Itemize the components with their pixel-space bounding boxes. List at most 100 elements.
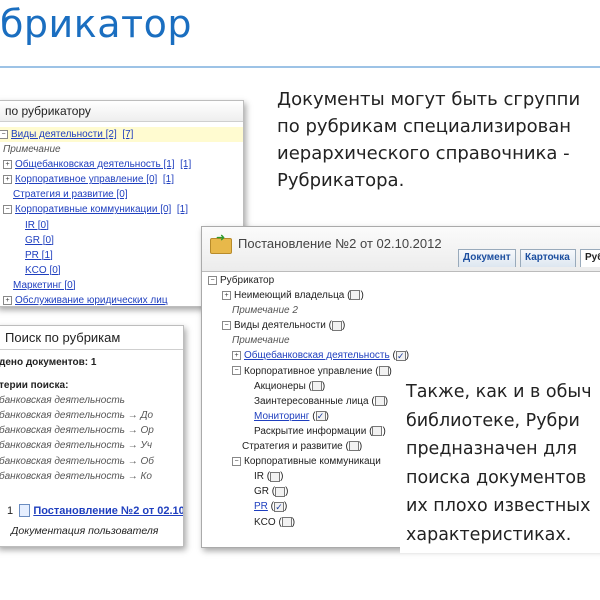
rubric-link[interactable]: Корпоративные коммуникации [0]: [15, 204, 171, 215]
rubric-label: Корпоративные коммуникаци: [244, 456, 381, 468]
rubric-link[interactable]: KCO [0]: [25, 265, 61, 276]
tab-card[interactable]: Карточка: [520, 249, 576, 267]
criteria-item: банковская деятельность: [0, 395, 125, 407]
tree-row[interactable]: Мониторинг (✓): [208, 409, 409, 424]
tab-rubricator[interactable]: Руб: [580, 249, 600, 267]
rubric-count-link[interactable]: [7]: [122, 129, 133, 140]
rubric-count-link[interactable]: [1]: [180, 159, 191, 170]
intro-text: Документы могут быть сгруппи по рубрикам…: [277, 86, 580, 194]
rubric-label: GR (: [254, 486, 276, 498]
rubric-label: Акционеры (: [254, 380, 312, 392]
tree-row[interactable]: KCO (): [208, 515, 409, 530]
rubric-link[interactable]: Маркетинг [0]: [13, 280, 76, 291]
rubric-checkbox-checked[interactable]: ✓: [395, 350, 406, 361]
rubric-label: IR (: [254, 471, 271, 483]
collapse-icon[interactable]: −: [232, 366, 241, 376]
collapse-icon[interactable]: −: [222, 321, 231, 331]
tree-row[interactable]: − Виды деятельности (): [208, 318, 409, 333]
collapse-icon[interactable]: −: [208, 275, 217, 285]
tree-row[interactable]: − Корпоративные коммуникаци: [208, 454, 409, 469]
criteria-item: банковская деятельность → До: [0, 410, 154, 422]
rubric-link[interactable]: IR [0]: [25, 220, 49, 231]
rubric-checkbox[interactable]: [281, 516, 292, 527]
arrow-icon: ➜: [216, 232, 226, 244]
collapse-icon[interactable]: −: [0, 129, 8, 139]
criteria-item: банковская деятельность → Ко: [0, 470, 152, 482]
tree-row[interactable]: Стратегия и развитие [0]: [0, 187, 243, 202]
rubric-link[interactable]: PR: [254, 501, 268, 512]
rubric-checkbox[interactable]: [270, 471, 281, 482]
tree-row[interactable]: PR (✓): [208, 499, 409, 514]
note-line: поиска документов: [406, 467, 587, 488]
rubric-link[interactable]: Общебанковская деятельность [1]: [15, 159, 175, 170]
rubric-label: Неимеющий владельца (: [234, 290, 351, 302]
search-body: дено документов: 1 терии поиска: банковс…: [0, 350, 183, 539]
note-text-box: Также, как и в обыч библиотеке, Рубри пр…: [400, 378, 600, 553]
search-panel-header: Поиск по рубрикам: [0, 326, 183, 350]
expand-icon[interactable]: +: [222, 290, 231, 300]
tree-row[interactable]: − Корпоративное управление (): [208, 364, 409, 379]
note-line: их плохо известных: [406, 496, 591, 516]
tree-row[interactable]: Акционеры (): [208, 379, 409, 394]
rubric-link[interactable]: PR [1]: [25, 250, 53, 261]
result-row[interactable]: 1 Постановление №2 от 02.10: [0, 504, 183, 519]
found-count: дено документов: 1: [0, 357, 97, 368]
rubric-note: Примечание 2: [232, 305, 298, 317]
rubric-link[interactable]: Корпоративное управление [0]: [15, 174, 157, 185]
rubric-checkbox[interactable]: [372, 426, 383, 437]
rubric-count-link[interactable]: [1]: [177, 204, 188, 215]
rubric-checkbox[interactable]: [331, 320, 342, 331]
rubric-count-link[interactable]: [1]: [163, 174, 174, 185]
tree-row[interactable]: + Неимеющий владельца (): [208, 288, 409, 303]
note-line: характеристиках.: [406, 524, 572, 545]
expand-icon[interactable]: +: [232, 351, 241, 361]
criteria-item: банковская деятельность → Уч: [0, 440, 153, 452]
intro-line: Документы могут быть сгруппи: [277, 89, 581, 110]
collapse-icon[interactable]: −: [3, 205, 12, 215]
tree-row[interactable]: Заинтересованные лица (): [208, 394, 409, 409]
result-link[interactable]: Постановление №2 от 02.10: [33, 505, 183, 517]
rubric-checkbox[interactable]: [378, 365, 389, 376]
expand-icon[interactable]: +: [3, 175, 12, 185]
note-line: библиотеке, Рубри: [406, 410, 580, 431]
criteria-item: банковская деятельность → Об: [0, 455, 154, 467]
expand-icon[interactable]: +: [3, 160, 12, 170]
note-line: предназначен для: [406, 439, 577, 459]
rubric-label: Рубрикатор: [220, 275, 275, 286]
rubric-link[interactable]: Виды деятельности [2]: [11, 129, 117, 140]
result-desc: Документация пользователя: [11, 524, 159, 537]
rubric-checkbox[interactable]: [350, 290, 361, 301]
tree-row[interactable]: + Общебанковская деятельность [1] [1]: [0, 157, 243, 172]
tree-row[interactable]: − Виды деятельности [2] [7]: [0, 127, 243, 143]
rubric-label: Раскрытие информации (: [254, 425, 373, 437]
tab-document[interactable]: Документ: [458, 249, 516, 267]
rubric-label: Заинтересованные лица (: [254, 395, 375, 407]
rubric-checkbox[interactable]: [275, 486, 286, 497]
tree-row[interactable]: − Корпоративные коммуникации [0] [1]: [0, 202, 243, 217]
rubric-link[interactable]: Общебанковская деятельность: [244, 350, 390, 361]
tree-row[interactable]: + Корпоративное управление [0] [1]: [0, 172, 243, 187]
rubric-note: Примечание: [232, 335, 290, 347]
tree-row[interactable]: − Рубрикатор: [208, 273, 409, 288]
tree-row: Примечание: [208, 333, 409, 348]
rubric-checkbox-checked[interactable]: ✓: [274, 501, 285, 512]
tree-row[interactable]: Раскрытие информации (): [208, 424, 409, 439]
document-rubric-tree: − Рубрикатор + Неимеющий владельца () Прим…: [208, 273, 409, 530]
rubric-link[interactable]: Мониторинг: [254, 411, 309, 422]
tree-row[interactable]: IR (): [208, 469, 409, 484]
rubric-checkbox-checked[interactable]: ✓: [315, 411, 326, 422]
rubric-checkbox[interactable]: [374, 396, 385, 407]
tree-row[interactable]: Стратегия и развитие (): [208, 439, 409, 454]
expand-icon[interactable]: +: [3, 295, 12, 305]
tree-row[interactable]: + Общебанковская деятельность (✓): [208, 348, 409, 363]
rubric-checkbox[interactable]: [348, 441, 359, 452]
tree-row[interactable]: GR (): [208, 484, 409, 499]
rubric-checkbox[interactable]: [311, 381, 322, 392]
criteria-item: банковская деятельность → Ор: [0, 425, 154, 437]
rubricator-panel-header: по рубрикатору: [0, 101, 243, 122]
rubric-link[interactable]: Обслуживание юридических лиц: [15, 295, 168, 306]
criteria-label: терии поиска:: [0, 380, 69, 392]
rubric-link[interactable]: Стратегия и развитие [0]: [13, 189, 128, 200]
collapse-icon[interactable]: −: [232, 456, 241, 466]
rubric-link[interactable]: GR [0]: [25, 235, 54, 246]
